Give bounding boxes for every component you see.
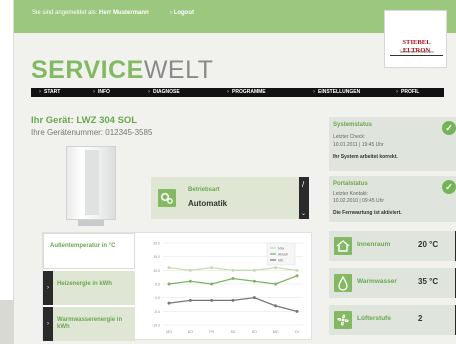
innenraum-card: Innenraum 20 °C / ⌄ (329, 231, 456, 261)
data-point (252, 279, 256, 283)
water-icon (334, 274, 352, 292)
nav-programme[interactable]: PROGRAMME (227, 88, 266, 97)
data-point (167, 266, 171, 270)
temperature-chart: 20.0 15.0 10.0 5.0 0.0 -5.0 -10.0 MO DO FR SA SO MO D… (152, 242, 303, 334)
tab-warmwasserenergie[interactable]: › Warmwasserenergie in kWh (43, 307, 135, 341)
nav-info[interactable]: INFO (93, 88, 110, 97)
data-point (274, 266, 278, 270)
fan-icon (334, 311, 352, 329)
warmwasser-value: 35 °C (418, 277, 439, 286)
legend-label: Aktuell (278, 252, 288, 256)
servicewelt-brand: SERVICEWELT (31, 56, 214, 84)
portalstatus-contact-label: Letzter Kontakt: (333, 191, 369, 197)
data-point (231, 268, 235, 272)
y-tick-label: 15.0 (153, 255, 160, 259)
data-point (252, 268, 256, 272)
y-tick-label: 0.0 (155, 296, 160, 300)
data-point (210, 266, 214, 270)
y-tick-label: -5.0 (154, 310, 160, 314)
tab-heizenergie-label: Heizenergie in kWh (57, 281, 113, 287)
legend-label: Max (278, 246, 285, 250)
heat-pump-image (66, 146, 116, 228)
data-point (295, 274, 299, 278)
nav-profil[interactable]: PROFIL (396, 88, 419, 97)
warmwasser-label: Warmwasser (357, 278, 397, 285)
device-title: Ihr Gerät: LWZ 304 SOL (31, 115, 138, 126)
x-tick-label: DI (295, 330, 299, 334)
data-point (167, 282, 171, 286)
tab-warmwasserenergie-label: Warmwasserenergie in kWh (57, 317, 123, 330)
check-icon: ✓ (442, 180, 456, 194)
data-point (188, 279, 192, 283)
chevron-right-icon: › (43, 307, 53, 341)
data-point (274, 304, 278, 308)
tab-aussentemperatur-label: Außentemperatur in °C (50, 243, 116, 249)
main-nav: START INFO DIAGNOSE PROGRAMME EINSTELLUN… (31, 88, 444, 97)
x-tick-label: MO (166, 330, 172, 334)
data-point (210, 298, 214, 302)
luefterstufe-value: 2 (418, 314, 423, 323)
systemstatus-check-date: 10.01.2011 | 19:45 Uhr (333, 142, 384, 148)
logo-tagline: Technik zum Wohlfühlen (399, 50, 434, 54)
check-icon: ✓ (442, 121, 456, 135)
warmwasser-card: Warmwasser 35 °C / ⌄ (329, 268, 456, 298)
page-shadow (0, 300, 14, 344)
data-point (167, 301, 171, 305)
y-tick-label: -10.0 (152, 324, 160, 328)
device-number: Ihre Gerätenummer: 012345-3585 (31, 128, 153, 137)
luefterstufe-card: Lüfterstufe 2 / ⌄ (329, 305, 456, 335)
x-tick-label: FR (209, 330, 214, 334)
portalstatus-contact-date: 10.02.2010 | 09:45 Uhr (333, 198, 385, 204)
portalstatus-card: Portalstatus ✓ Letzter Kontakt: 10.02.20… (329, 176, 456, 222)
data-point (231, 298, 235, 302)
x-tick-label: DO (188, 330, 194, 334)
systemstatus-message: Ihr System arbeitet korrekt. (333, 154, 398, 160)
data-point (252, 296, 256, 300)
luefterstufe-label: Lüfterstufe (357, 315, 391, 322)
user-name: Herr Mustermann (99, 10, 149, 16)
data-point (231, 277, 235, 281)
innenraum-label: Innenraum (357, 241, 391, 248)
data-point (295, 268, 299, 272)
portalstatus-title: Portalstatus (333, 181, 368, 187)
stiebel-eltron-logo[interactable]: STIEBEL ELTRON Technik zum Wohlfühlen (384, 10, 447, 68)
systemstatus-title: Systemstatus (333, 122, 373, 128)
x-tick-label: MO (273, 330, 279, 334)
nav-einstellungen[interactable]: EINSTELLUNGEN (313, 88, 360, 97)
tab-aussentemperatur[interactable]: Außentemperatur in °C (43, 233, 135, 269)
portalstatus-message: Die Fernwartung ist aktiviert. (333, 210, 402, 216)
betriebsart-value: Automatik (188, 199, 228, 208)
nav-start[interactable]: START (39, 88, 60, 97)
pencil-icon: / (302, 180, 305, 189)
gears-icon (158, 189, 176, 207)
login-info: Sie sind angemeldet als: Herr Mustermann (32, 10, 149, 16)
data-point (274, 282, 278, 286)
nav-diagnose[interactable]: DIAGNOSE (148, 88, 180, 97)
legend-label: Min (278, 258, 283, 262)
house-icon (334, 237, 352, 255)
logout-link[interactable]: › Logout (170, 10, 194, 16)
y-tick-label: 20.0 (153, 242, 160, 246)
betriebsart-label: Betriebsart (188, 187, 220, 193)
data-point (188, 298, 192, 302)
portal-frame: Sie sind angemeldet als: Herr Mustermann… (13, 0, 456, 344)
y-tick-label: 10.0 (153, 269, 160, 273)
chevron-right-icon: › (43, 271, 53, 305)
data-point (295, 309, 299, 313)
data-point (210, 282, 214, 286)
chevron-down-icon: ⌄ (301, 211, 307, 217)
x-tick-label: SA (231, 330, 236, 334)
data-point (188, 268, 192, 272)
chart-tabs: Außentemperatur in °C › Heizenergie in k… (43, 233, 135, 341)
tab-heizenergie[interactable]: › Heizenergie in kWh (43, 271, 135, 305)
systemstatus-card: Systemstatus ✓ Letzter Check: 10.01.2011… (329, 117, 456, 171)
betriebsart-card: Betriebsart Automatik / ⌄ (151, 177, 309, 219)
chart-panel: Außentemperatur in °C › Heizenergie in k… (42, 232, 312, 341)
innenraum-value: 20 °C (418, 240, 439, 249)
systemstatus-check-label: Letzter Check: (333, 134, 366, 140)
betriebsart-edit-button[interactable]: / ⌄ (299, 177, 309, 219)
y-tick-label: 5.0 (155, 283, 160, 287)
x-tick-label: SO (252, 330, 257, 334)
